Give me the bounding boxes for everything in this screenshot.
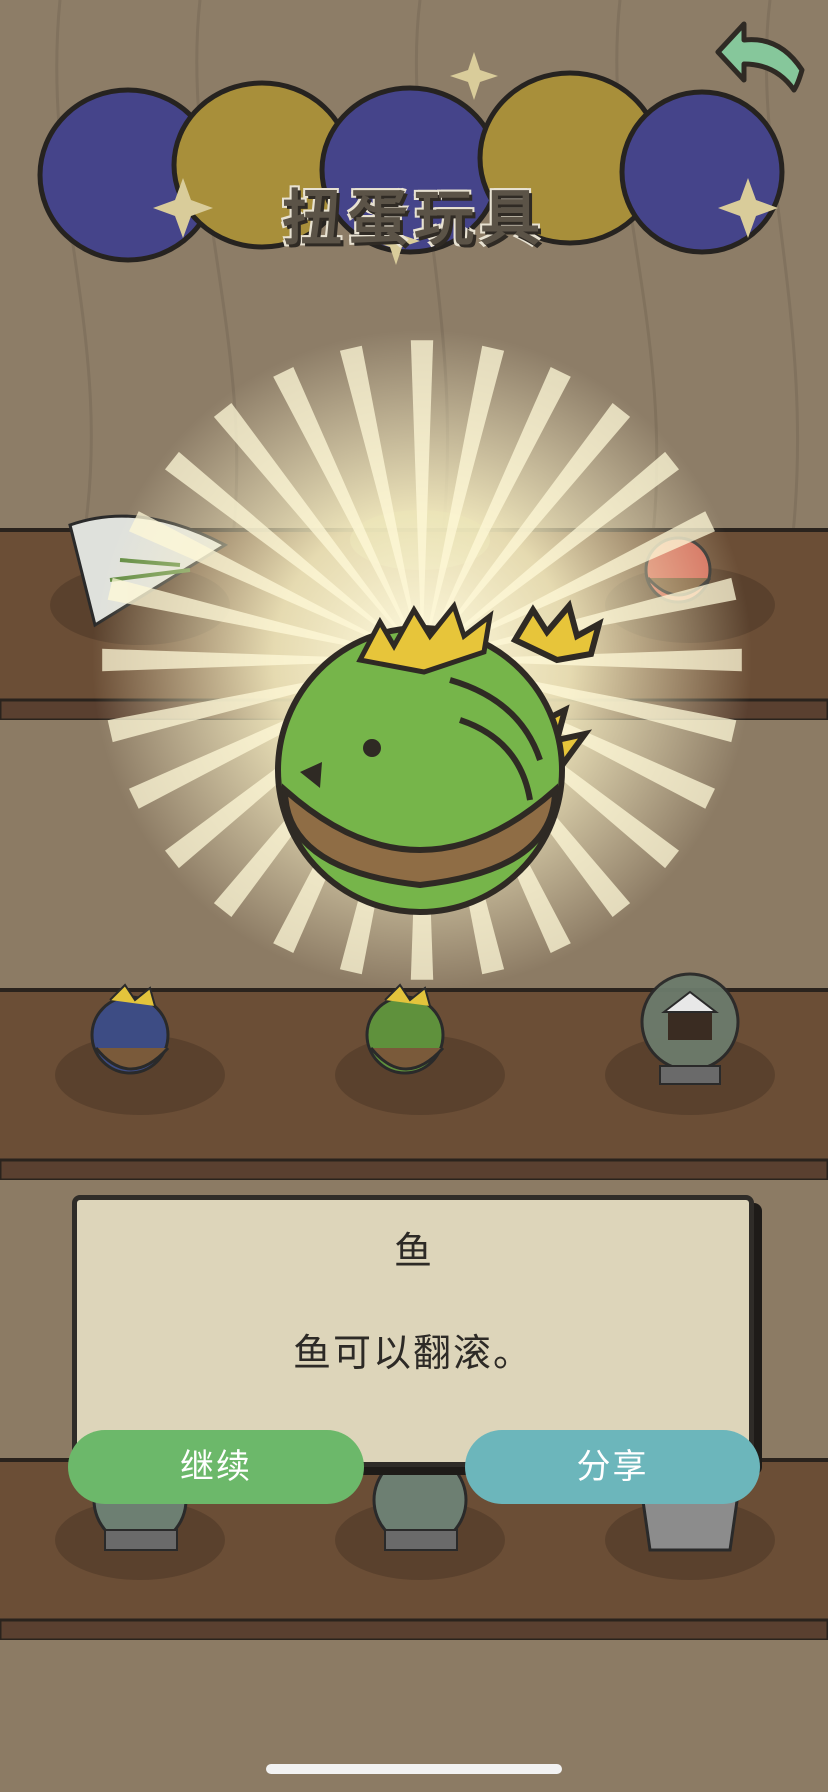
share-button[interactable]: 分享 [465,1430,760,1504]
prize-dialog: 鱼 鱼可以翻滚。 [72,1195,754,1467]
back-button[interactable] [710,12,810,102]
prize-description: 鱼可以翻滚。 [292,1331,533,1375]
continue-button[interactable]: 继续 [68,1430,364,1504]
title-banner: 扭蛋玩具 [0,70,828,270]
home-indicator[interactable] [266,1764,562,1774]
prize-name: 鱼 [393,1229,432,1273]
page-title: 扭蛋玩具 [282,184,546,254]
back-arrow-icon [715,21,805,93]
